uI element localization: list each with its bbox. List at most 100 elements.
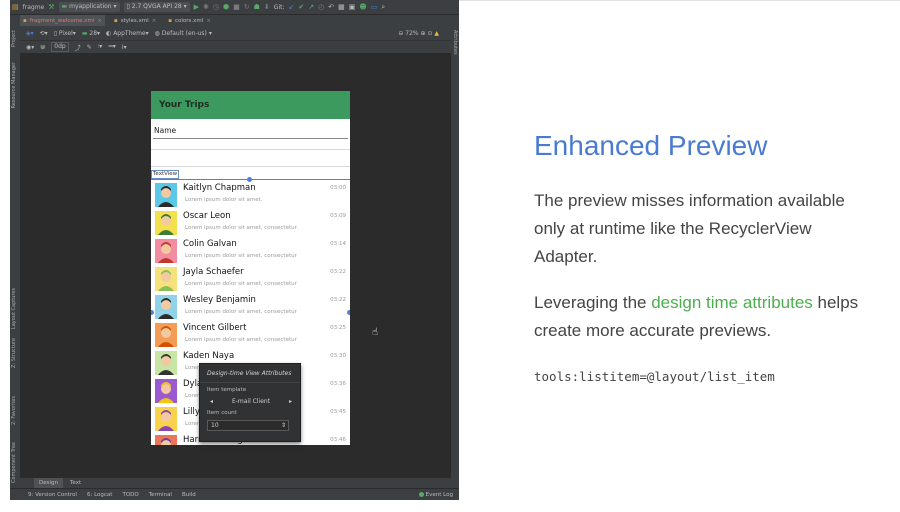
tab-fragment-welcome[interactable]: ▪ fragment_welcome.xml ×: [20, 14, 105, 27]
editor-mode-tabs: Design Text: [20, 478, 459, 488]
list-item-name: Wesley Benjamin: [183, 295, 256, 305]
tab-label: fragment_welcome.xml: [29, 17, 95, 24]
view-options-icon[interactable]: ◉▾: [26, 44, 34, 51]
list-item[interactable]: Colin Galvan Lorem ipsum dolor sit amet, …: [151, 237, 350, 265]
logcat-tab[interactable]: 6: Logcat: [87, 492, 112, 498]
theme-selector[interactable]: ◐ AppTheme▾: [106, 30, 149, 37]
guidelines-icon[interactable]: ⫶▾: [98, 43, 103, 51]
avatar: [155, 295, 177, 319]
magnet-icon[interactable]: ⋓: [40, 44, 45, 51]
device-manager-icon[interactable]: ▭: [371, 2, 378, 12]
avd-manager-icon[interactable]: ☗: [254, 2, 260, 12]
device-selector[interactable]: ▯ Pixel▾: [54, 30, 76, 37]
debug-icon[interactable]: ✺: [203, 2, 209, 12]
slide-heading: Enhanced Preview: [534, 130, 768, 161]
git-commit-icon[interactable]: ✔: [298, 2, 304, 12]
list-item[interactable]: Jayla Schaefer Lorem ipsum dolor sit amet…: [151, 265, 350, 293]
structure-icon[interactable]: ▦: [338, 2, 345, 12]
spinner-icon[interactable]: ⇕: [281, 421, 286, 430]
tab-text[interactable]: Text: [65, 478, 86, 488]
git-update-icon[interactable]: ↙: [289, 2, 295, 12]
slide-paragraph-2: Leveraging the design time attributes he…: [534, 289, 874, 345]
rollback-icon[interactable]: ↶: [328, 2, 334, 12]
todo-tab[interactable]: TODO: [122, 492, 138, 498]
align-icon[interactable]: ⫤▾: [108, 43, 116, 51]
chevron-right-icon[interactable]: ▸: [289, 398, 292, 405]
tab-styles[interactable]: ▪ styles.xml ×: [111, 15, 159, 27]
infer-constraints-icon[interactable]: ✎: [87, 44, 92, 51]
avatar: [155, 407, 177, 431]
avatar: [155, 183, 177, 207]
avatar: [155, 379, 177, 403]
list-item-subtitle: Lorem ipsum dolor sit amet, consectetur: [185, 337, 297, 343]
api-selector[interactable]: ▬ 28▾: [82, 30, 100, 37]
list-item-name: Vincent Gilbert: [183, 323, 247, 333]
list-item-name: Kaitlyn Chapman: [183, 183, 256, 193]
highlight-text: design time attributes: [651, 293, 813, 312]
slide-text-panel: Enhanced Preview The preview misses info…: [534, 130, 874, 384]
list-item-time: 03:00: [330, 185, 346, 191]
tool-window-component-tree[interactable]: Component Tree: [11, 442, 17, 483]
tool-window-project[interactable]: Project: [11, 30, 17, 47]
terminal-tab[interactable]: Terminal: [149, 492, 172, 498]
device-dropdown[interactable]: ▯ 2.7 QVGA API 28 ▾: [123, 2, 190, 12]
zoom-controls[interactable]: ⊖ 72% ⊕ ⊙ ▲: [398, 30, 439, 37]
tool-window-layout-captures[interactable]: Layout Captures: [11, 288, 17, 329]
android-studio-window: ▤ fragme ⚒ ▬ myapplication ▾ ▯ 2.7 QVGA …: [10, 0, 459, 500]
project-folder-icon[interactable]: ▤: [12, 2, 19, 12]
tool-window-resource-manager[interactable]: Resource Manager: [11, 62, 17, 108]
apply-changes-icon[interactable]: ⬢: [223, 2, 229, 12]
stop-icon[interactable]: ■: [233, 2, 240, 12]
hand-cursor-icon: ☝: [372, 327, 379, 338]
layout-tools-toolbar: ◉▾ ⋓ 0dp ⤴ ✎ ⫶▾ ⫤▾ I▾: [20, 40, 459, 53]
close-icon[interactable]: ×: [97, 18, 102, 24]
hammer-icon[interactable]: ⚒: [48, 2, 54, 12]
xml-file-icon: ▪: [113, 17, 118, 24]
layers-icon[interactable]: ◈▾: [26, 30, 34, 37]
version-control-tab[interactable]: 9: Version Control: [28, 492, 77, 498]
name-field[interactable]: Name: [153, 126, 348, 139]
design-canvas[interactable]: Your Trips Name TextView Kaitlyn Chapman…: [20, 53, 451, 475]
baseline-icon[interactable]: I▾: [122, 44, 127, 51]
orientation-icon[interactable]: ⟲▾: [40, 30, 48, 37]
clear-constraints-icon[interactable]: ⤴: [75, 43, 81, 52]
list-item[interactable]: Kaitlyn Chapman Lorem ipsum dolor sit ame…: [151, 181, 350, 209]
item-count-input[interactable]: 10 ⇕: [207, 420, 289, 431]
run-config-dropdown[interactable]: ▬ myapplication ▾: [58, 2, 120, 12]
close-icon[interactable]: ×: [152, 18, 157, 24]
sdk-manager-icon[interactable]: ⬇: [264, 2, 270, 12]
list-item-name: Jayla Schaefer: [183, 267, 244, 277]
android-icon[interactable]: ☻: [359, 2, 366, 12]
design-toolbar: ◈▾ ⟲▾ ▯ Pixel▾ ▬ 28▾ ◐ AppTheme▾ ◍ Defau…: [20, 26, 459, 40]
tab-design[interactable]: Design: [34, 478, 63, 488]
profile-icon[interactable]: ◷: [213, 2, 219, 12]
list-item[interactable]: Oscar Leon Lorem ipsum dolor sit amet, co…: [151, 209, 350, 237]
tool-window-structure[interactable]: Z: Structure: [11, 338, 17, 368]
tab-label: styles.xml: [120, 17, 149, 24]
tool-window-favorites[interactable]: 2: Favorites: [11, 396, 17, 425]
build-tab[interactable]: Build: [182, 492, 196, 498]
module-label[interactable]: fragme: [23, 4, 45, 11]
locale-selector[interactable]: ◍ Default (en-us) ▾: [155, 30, 212, 37]
default-margin-input[interactable]: 0dp: [51, 42, 69, 52]
item-template-selector[interactable]: ◂ E-mail Client ▸: [207, 396, 295, 406]
main-toolbar: ▤ fragme ⚒ ▬ myapplication ▾ ▯ 2.7 QVGA …: [10, 0, 459, 14]
git-push-icon[interactable]: ↗: [308, 2, 314, 12]
design-time-attributes-popup[interactable]: Design-time View Attributes Item templat…: [199, 363, 301, 442]
search-icon[interactable]: ⌕: [381, 2, 385, 12]
list-item[interactable]: Vincent Gilbert Lorem ipsum dolor sit ame…: [151, 321, 350, 349]
tab-colors[interactable]: ▪ colors.xml ×: [165, 15, 214, 27]
list-item-time: 03:45: [330, 409, 346, 415]
run-icon[interactable]: ▶: [194, 2, 199, 12]
tab-label: colors.xml: [175, 17, 204, 24]
list-item[interactable]: Wesley Benjamin Lorem ipsum dolor sit ame…: [151, 293, 350, 321]
chevron-left-icon[interactable]: ◂: [210, 398, 213, 405]
item-template-label: Item template: [207, 387, 247, 393]
sync-icon[interactable]: ↻: [244, 2, 250, 12]
history-icon[interactable]: ◴: [318, 2, 324, 12]
event-log-button[interactable]: Event Log: [418, 491, 453, 498]
layout-inspector-icon[interactable]: ▣: [349, 2, 356, 12]
popup-title: Design-time View Attributes: [207, 370, 292, 377]
close-icon[interactable]: ×: [206, 18, 211, 24]
tool-window-attributes[interactable]: Attributes: [452, 30, 458, 55]
